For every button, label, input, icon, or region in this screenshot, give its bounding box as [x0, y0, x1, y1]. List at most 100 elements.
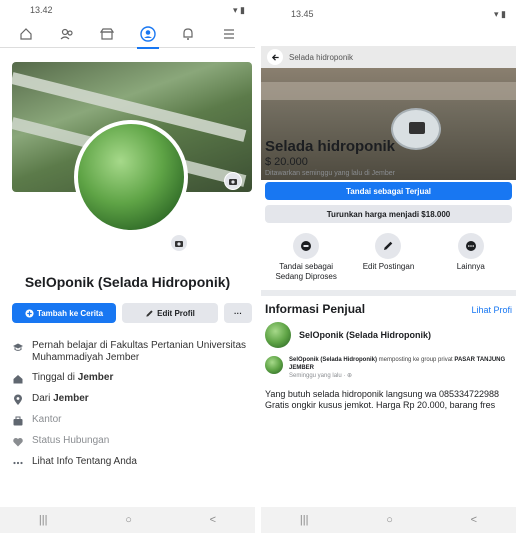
pencil-icon: [375, 233, 402, 259]
profile-tab[interactable]: [135, 21, 161, 49]
info-relationship-text: Status Hubungan: [32, 435, 110, 446]
info-from-city[interactable]: Jember: [53, 393, 89, 404]
pencil-icon: [146, 309, 153, 317]
listing-details: Selada hidroponik $ 20.000 Ditawarkan se…: [261, 134, 516, 411]
view-profile-link[interactable]: Lihat Profi: [471, 305, 512, 315]
ellipsis-icon: [457, 233, 484, 259]
listing-title: Selada hidroponik: [265, 138, 396, 155]
status-time: 13.45: [291, 9, 314, 19]
listing-description: Yang butuh selada hidroponik langsung wa…: [265, 389, 500, 410]
edit-profile-button[interactable]: Edit Profil: [122, 303, 218, 323]
more-label: Lainnya: [456, 262, 485, 271]
camera-icon: [229, 179, 237, 185]
profile-name: SelOponik (Selada Hidroponik): [24, 274, 231, 290]
briefcase-icon: [12, 415, 24, 427]
plus-circle-icon: [25, 308, 34, 318]
menu-icon: [223, 28, 234, 39]
add-to-story-label: Tambah ke Cerita: [36, 308, 104, 318]
info-work-text: Kantor: [32, 414, 62, 425]
location-pin-icon: [12, 394, 24, 406]
post-author: SelOponik (Selada Hidroponik): [289, 357, 378, 363]
post-text: SelOponik (Selada Hidroponik) memposting…: [289, 356, 512, 372]
group-post-row[interactable]: SelOponik (Selada Hidroponik) memposting…: [265, 356, 512, 379]
house-icon: [12, 373, 24, 385]
info-from: Dari Jember: [12, 393, 252, 406]
seller-row[interactable]: SelOponik (Selada Hidroponik): [265, 322, 512, 348]
info-from-text: Dari Jember: [32, 393, 89, 405]
seller-info-title: Informasi Penjual: [265, 302, 366, 316]
bell-icon: [183, 27, 193, 40]
friends-tab[interactable]: [54, 21, 80, 47]
header-title: Selada hidroponik: [289, 52, 354, 62]
status-bar: 13.45 ▾ ▮: [261, 4, 516, 24]
post-mid: memposting ke group privat: [377, 357, 455, 363]
back-button[interactable]: <: [210, 514, 216, 526]
listing-screen: 13.45 ▾ ▮ Selada hidroponik Selada hidro…: [261, 0, 516, 533]
info-lives: Tinggal di Jember: [12, 372, 252, 385]
marketplace-tab[interactable]: [94, 21, 120, 47]
heart-icon: [12, 436, 24, 448]
home-tab[interactable]: [13, 21, 39, 47]
info-education: Pernah belajar di Fakultas Pertanian Uni…: [12, 340, 252, 364]
home-button[interactable]: ○: [386, 514, 393, 526]
info-lives-city[interactable]: Jember: [78, 372, 114, 383]
home-icon: [20, 27, 32, 40]
seller-avatar: [265, 322, 291, 348]
profile-actions: Tambah ke Cerita Edit Profil ···: [12, 303, 252, 323]
notifications-tab[interactable]: [175, 21, 201, 47]
recent-apps-button[interactable]: |||: [300, 514, 309, 526]
pending-icon: [293, 233, 320, 259]
profile-icon: [140, 25, 156, 42]
system-nav-bar: ||| ○ <: [0, 507, 255, 533]
store-icon: [100, 27, 115, 40]
arrow-left-icon: [271, 53, 279, 61]
top-bar: Selada hidroponik: [261, 46, 516, 68]
info-about-link[interactable]: Lihat Info Tentang Anda: [12, 456, 252, 469]
status-time: 13.42: [30, 5, 53, 15]
info-relationship[interactable]: Status Hubungan: [12, 435, 252, 448]
profile-info-list: Pernah belajar di Fakultas Pertanian Uni…: [12, 340, 252, 477]
edit-avatar-button[interactable]: [170, 234, 188, 252]
graduation-cap-icon: [12, 341, 24, 353]
status-icons: ▾ ▮: [233, 4, 245, 15]
system-nav-bar: ||| ○ <: [261, 507, 516, 533]
section-divider: [261, 290, 516, 296]
ellipsis-icon: [12, 457, 24, 469]
friends-icon: [60, 28, 73, 39]
post-author-avatar: [265, 356, 283, 374]
lower-price-button[interactable]: Turunkan harga menjadi $18.000: [265, 205, 512, 223]
back-button[interactable]: <: [471, 514, 477, 526]
more-action[interactable]: Lainnya: [431, 233, 511, 282]
info-education-text: Pernah belajar di Fakultas Pertanian Uni…: [32, 340, 246, 363]
mark-pending-action[interactable]: Tandai sebagai Sedang Diproses: [266, 233, 346, 282]
status-bar: 13.42 ▾ ▮: [0, 0, 255, 20]
info-from-prefix: Dari: [32, 393, 54, 404]
mark-sold-button[interactable]: Tandai sebagai Terjual: [265, 182, 512, 200]
recent-apps-button[interactable]: |||: [39, 514, 48, 526]
listing-actions: Tandai sebagai Sedang Diproses Edit Post…: [265, 233, 512, 282]
menu-tab[interactable]: [216, 21, 242, 47]
edit-post-label: Edit Postingan: [362, 262, 415, 271]
listing-header: Selada hidroponik: [261, 46, 516, 180]
seller-name: SelOponik (Selada Hidroponik): [299, 330, 432, 340]
listing-offered: Ditawarkan seminggu yang lalu di Jember: [265, 170, 395, 177]
listing-price: $ 20.000: [265, 156, 308, 168]
info-about-text: Lihat Info Tentang Anda: [32, 456, 137, 467]
profile-picture[interactable]: [74, 120, 188, 234]
more-button[interactable]: ···: [224, 303, 252, 323]
seller-info-header: Informasi Penjual Lihat Profi: [265, 302, 512, 316]
info-lives-prefix: Tinggal di: [32, 372, 78, 383]
edit-profile-label: Edit Profil: [157, 308, 195, 318]
mark-pending-label: Tandai sebagai Sedang Diproses: [275, 262, 337, 281]
home-button[interactable]: ○: [125, 514, 132, 526]
post-body: SelOponik (Selada Hidroponik) memposting…: [289, 356, 512, 379]
info-lives-text: Tinggal di Jember: [32, 372, 113, 384]
edit-cover-button[interactable]: [224, 172, 242, 190]
camera-icon: [175, 241, 183, 247]
edit-post-action[interactable]: Edit Postingan: [348, 233, 428, 282]
photo-panel: [261, 82, 516, 100]
status-icons: ▾ ▮: [494, 8, 506, 19]
info-work[interactable]: Kantor: [12, 414, 252, 427]
add-to-story-button[interactable]: Tambah ke Cerita: [12, 303, 116, 323]
back-button[interactable]: [267, 49, 283, 65]
